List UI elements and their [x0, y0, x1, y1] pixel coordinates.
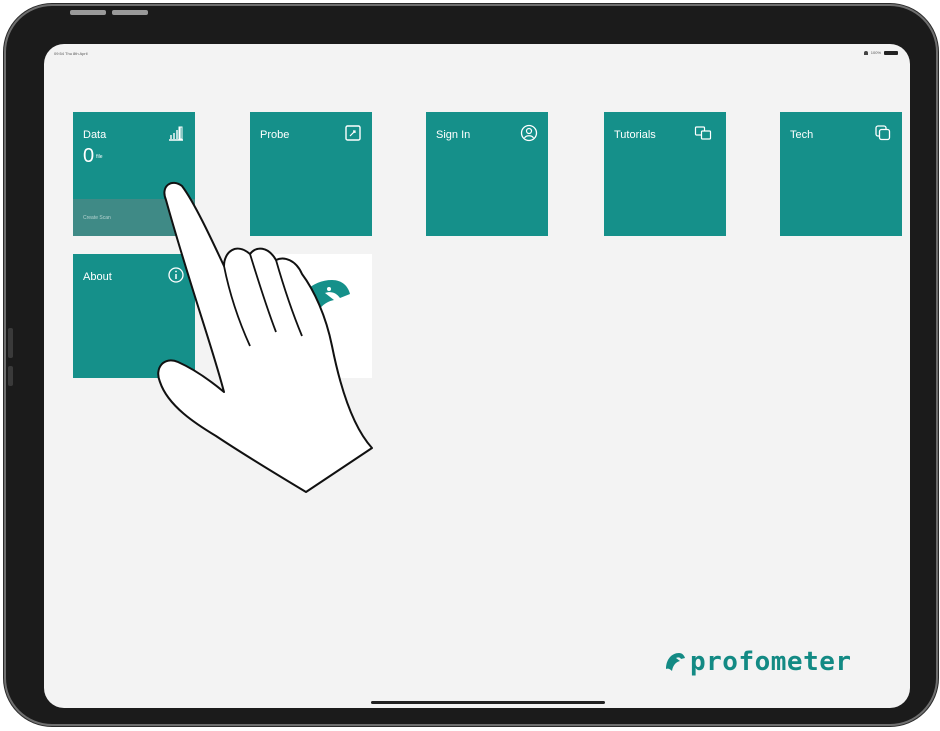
data-count-unit: file: [96, 153, 103, 160]
side-button: [8, 328, 13, 358]
wifi-icon: [863, 50, 868, 55]
tap-gesture-hand-icon: [157, 181, 373, 493]
data-count-value: 0: [83, 145, 95, 167]
bar-chart-icon: [169, 126, 183, 141]
brand-name: profometer: [690, 647, 852, 677]
tile-probe-label: Probe: [260, 129, 290, 141]
battery-icon: [884, 50, 898, 55]
brand-eagle-icon: [666, 653, 685, 671]
home-indicator[interactable]: [371, 701, 605, 704]
tile-sign-in-label: Sign In: [436, 129, 471, 141]
volume-down-button: [112, 10, 148, 15]
tile-about-label: About: [83, 271, 112, 283]
tech-copy-icon: [875, 125, 891, 141]
tablet-frame: 09:54 Thu 8th April 100% Data 0 file Crea…: [6, 6, 936, 724]
status-time: 09:54 Thu 8th April: [54, 51, 88, 56]
create-scan-label: Create Scan: [83, 215, 111, 221]
tile-tech[interactable]: Tech: [780, 112, 902, 236]
side-sensor: [8, 366, 13, 386]
account-icon: [520, 124, 538, 142]
tile-tutorials[interactable]: Tutorials: [604, 112, 726, 236]
data-count: 0 file: [83, 145, 103, 168]
tile-tutorials-label: Tutorials: [614, 129, 656, 141]
tile-tech-label: Tech: [790, 129, 814, 141]
tile-sign-in[interactable]: Sign In: [426, 112, 548, 236]
probe-icon: [345, 125, 361, 141]
brand: profometer: [664, 647, 852, 677]
tile-data-label: Data: [83, 129, 107, 141]
battery-percent: 100%: [870, 50, 881, 55]
tutorials-icon: [694, 126, 712, 140]
status-bar: 09:54 Thu 8th April 100%: [44, 49, 910, 59]
status-indicators: 100%: [863, 50, 898, 55]
volume-up-button: [70, 10, 106, 15]
